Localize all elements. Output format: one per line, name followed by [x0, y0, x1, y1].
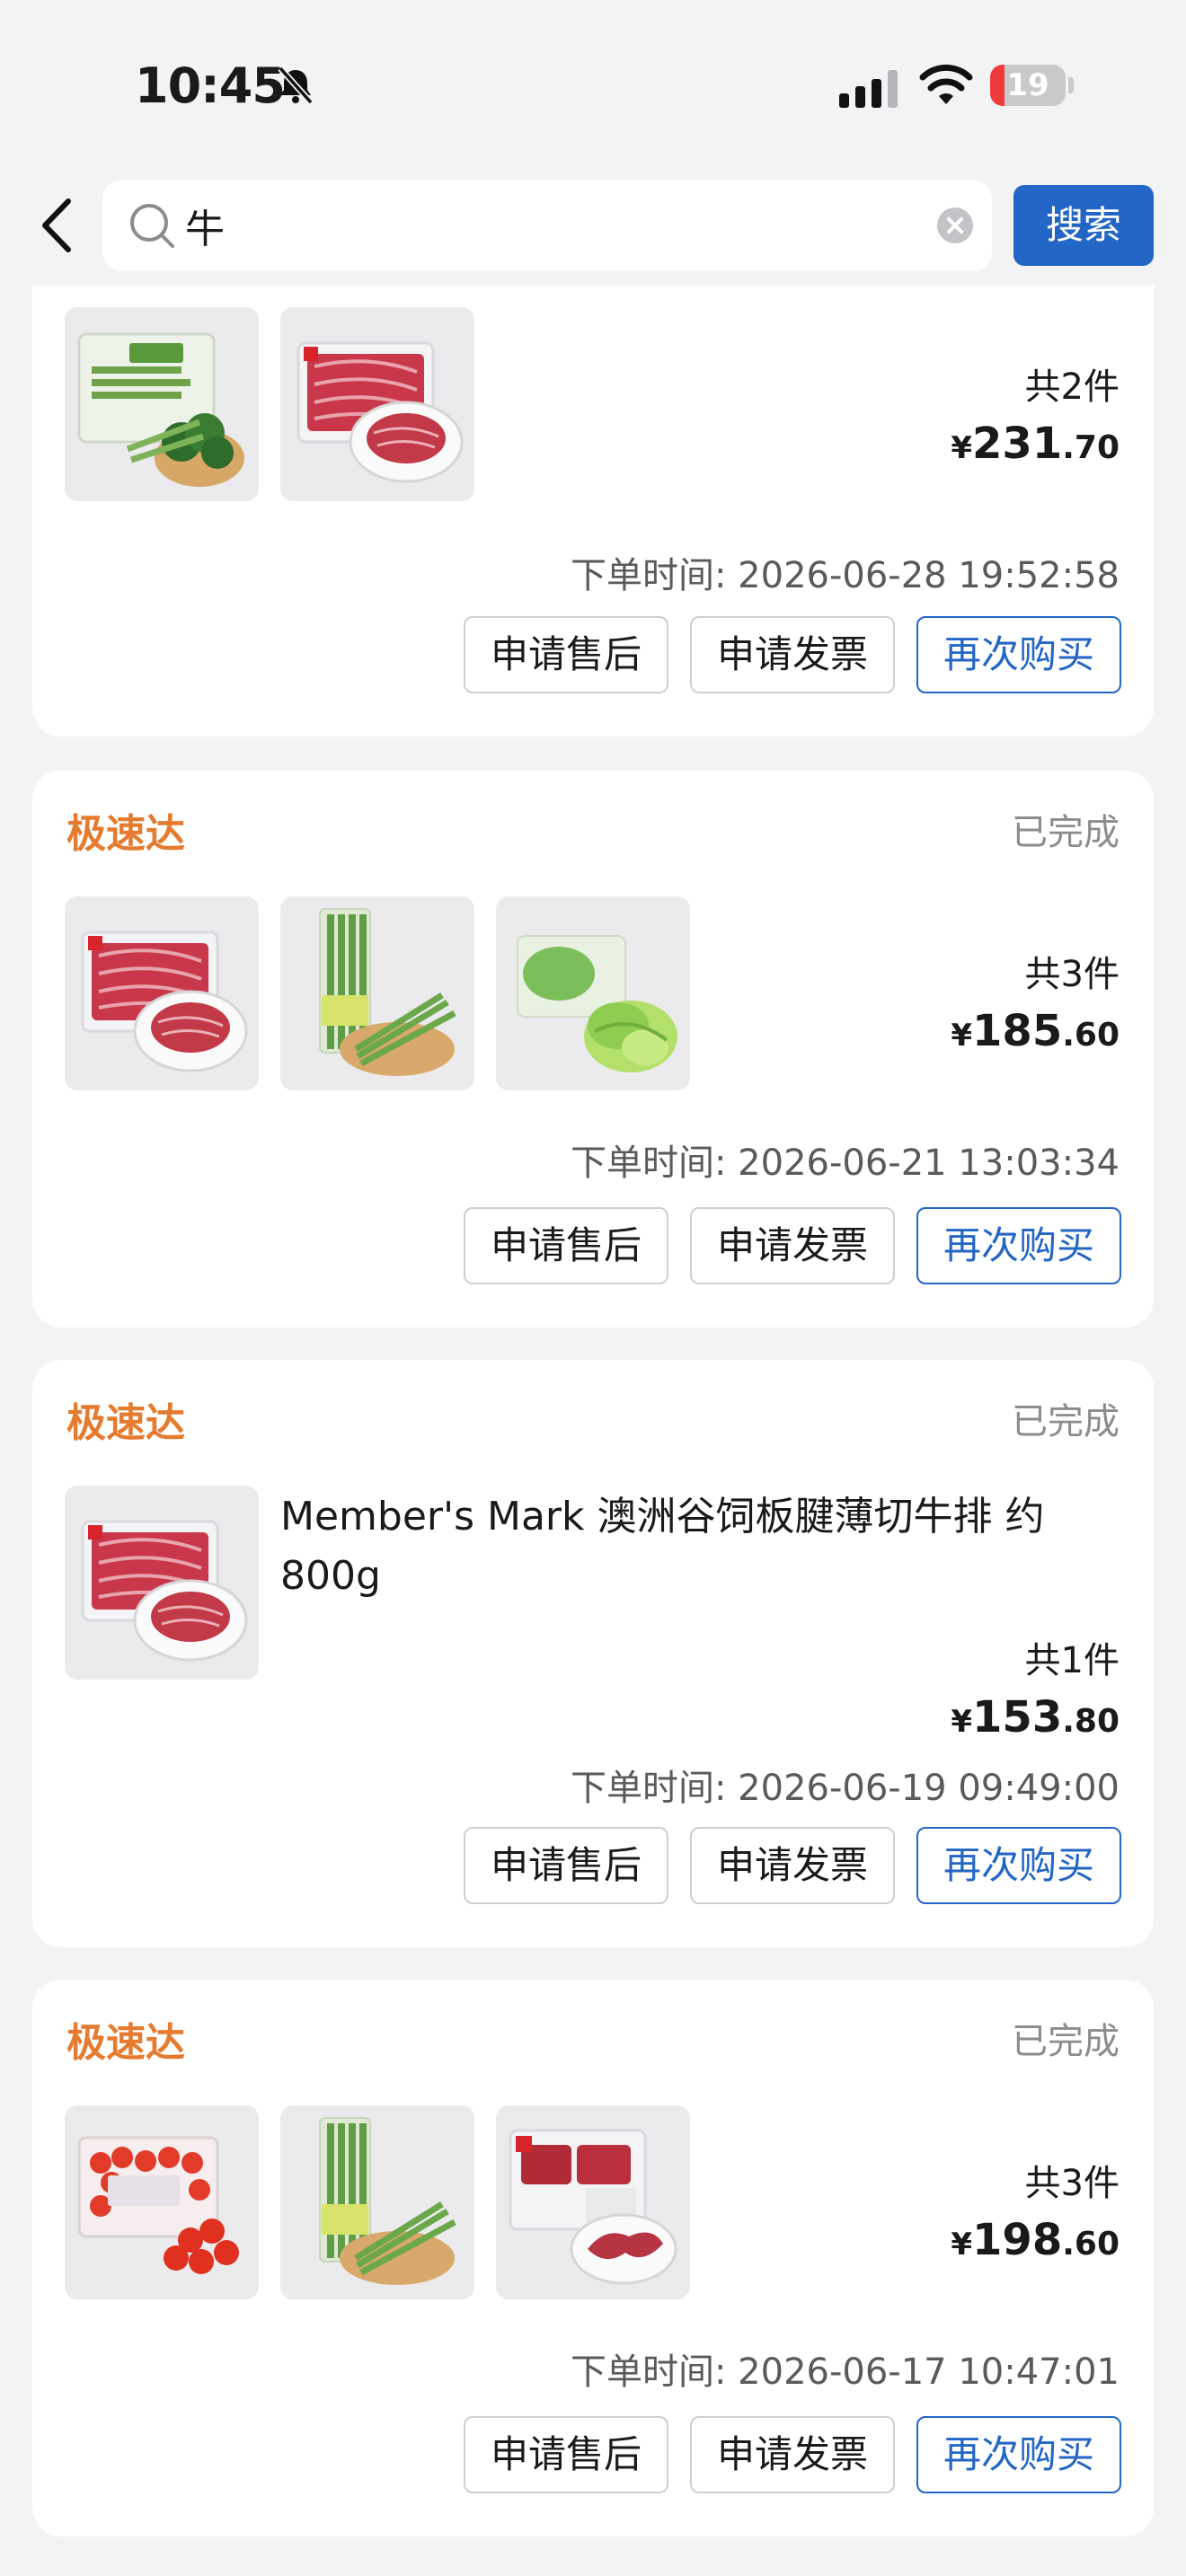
item-count: 共3件: [1024, 2163, 1120, 2204]
product-thumbnail-broccoli[interactable]: [65, 307, 259, 501]
status-time: 10:45: [135, 57, 286, 114]
product-thumbnail-tomato[interactable]: [65, 2105, 259, 2299]
order-price: ¥153.80: [951, 1692, 1120, 1742]
clear-icon[interactable]: [936, 207, 974, 244]
item-count: 共1件: [1024, 1640, 1120, 1681]
product-thumbnail-asparagus[interactable]: [280, 896, 474, 1090]
order-card: 极速达 已完成 共3件 ¥185.60 下单时间: 2026-06-21 13:…: [32, 771, 1154, 1328]
search-box[interactable]: [102, 180, 992, 271]
item-count: 共2件: [1024, 366, 1120, 408]
order-status: 已完成: [1012, 1401, 1120, 1442]
item-count: 共3件: [1024, 954, 1120, 995]
order-price: ¥231.70: [951, 419, 1120, 469]
bell-muted-icon: [278, 66, 314, 105]
after-sale-button[interactable]: 申请售后: [464, 2416, 668, 2493]
rebuy-button[interactable]: 再次购买: [916, 1827, 1121, 1904]
store-name: 极速达: [66, 1400, 185, 1446]
order-card: 极速达 已完成 Member's Mark 澳洲谷饲板腱薄切牛排 约800g 共…: [32, 1360, 1154, 1947]
rebuy-button[interactable]: 再次购买: [916, 2416, 1121, 2493]
rebuy-button[interactable]: 再次购买: [916, 1207, 1121, 1284]
invoice-button[interactable]: 申请发票: [690, 1207, 895, 1284]
order-card: 共2件 ¥231.70 下单时间: 2026-06-28 19:52:58 申请…: [32, 214, 1154, 737]
after-sale-button[interactable]: 申请售后: [464, 1207, 668, 1284]
rebuy-button[interactable]: 再次购买: [916, 616, 1121, 693]
after-sale-button[interactable]: 申请售后: [464, 1827, 668, 1904]
invoice-button[interactable]: 申请发票: [690, 616, 895, 693]
cellular-signal-icon: [839, 70, 898, 108]
store-name: 极速达: [66, 2020, 185, 2066]
order-price: ¥185.60: [951, 1006, 1120, 1056]
product-thumbnail-lettuce[interactable]: [496, 896, 690, 1090]
product-thumbnail-steak[interactable]: [496, 2105, 690, 2299]
product-thumbnail-beef[interactable]: [280, 307, 474, 501]
product-name[interactable]: Member's Mark 澳洲谷饲板腱薄切牛排 约800g: [280, 1487, 1125, 1606]
battery-indicator: 19: [990, 65, 1074, 106]
invoice-button[interactable]: 申请发票: [690, 1827, 895, 1904]
after-sale-button[interactable]: 申请售后: [464, 616, 668, 693]
order-time: 下单时间: 2026-06-19 09:49:00: [570, 1768, 1120, 1809]
product-thumbnail-beef[interactable]: [65, 896, 259, 1090]
wifi-icon: [919, 64, 973, 104]
store-name: 极速达: [66, 811, 185, 857]
search-icon: [130, 204, 174, 248]
order-card: 极速达 已完成 共3件 ¥198.60 下单时间: 2026-06-17 10:…: [32, 1980, 1154, 2536]
product-thumbnail-beef[interactable]: [65, 1486, 259, 1680]
order-status: 已完成: [1012, 812, 1120, 853]
battery-level-text: 19: [1006, 67, 1049, 103]
header: 10:45 19 搜索: [0, 0, 1186, 286]
back-icon[interactable]: [36, 196, 81, 255]
order-time: 下单时间: 2026-06-28 19:52:58: [570, 555, 1120, 596]
order-price: ¥198.60: [951, 2215, 1120, 2265]
search-button[interactable]: 搜索: [1013, 185, 1154, 266]
search-input[interactable]: [185, 196, 904, 255]
invoice-button[interactable]: 申请发票: [690, 2416, 895, 2493]
order-status: 已完成: [1012, 2021, 1120, 2062]
order-time: 下单时间: 2026-06-17 10:47:01: [570, 2351, 1120, 2393]
order-time: 下单时间: 2026-06-21 13:03:34: [570, 1142, 1120, 1184]
product-thumbnail-asparagus[interactable]: [280, 2105, 474, 2299]
